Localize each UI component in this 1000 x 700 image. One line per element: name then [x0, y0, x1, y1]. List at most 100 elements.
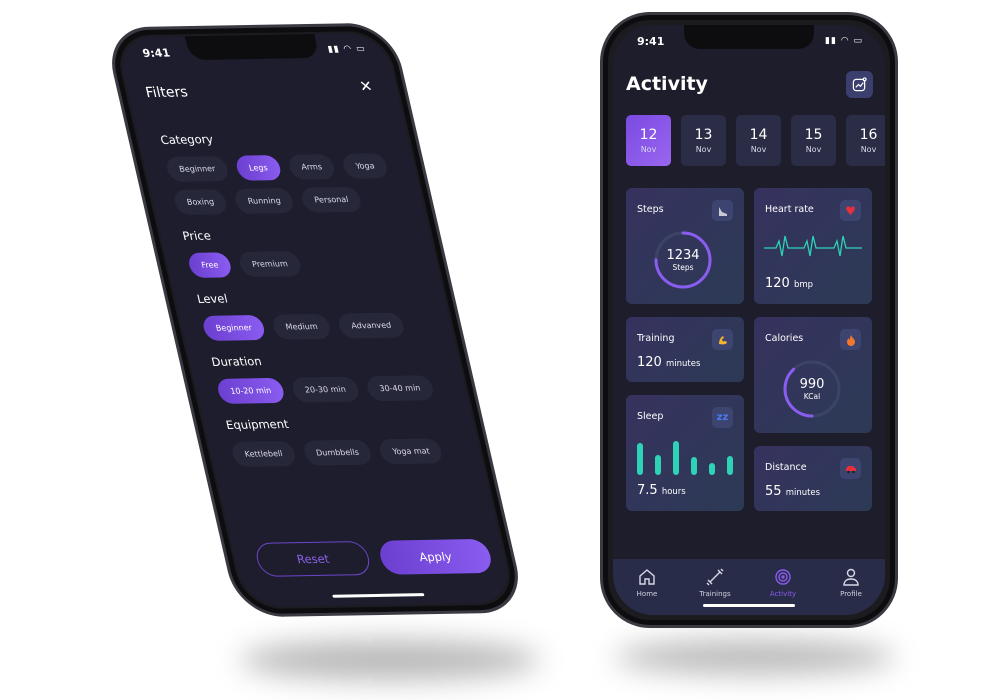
- date-month: Nov: [860, 145, 877, 154]
- distance-label: Distance: [765, 462, 807, 473]
- steps-label: Steps: [637, 204, 664, 215]
- page-title: Activity: [626, 73, 708, 95]
- date-month: Nov: [695, 145, 712, 154]
- sleep-bars: [637, 439, 733, 475]
- section-title: Price: [181, 228, 213, 243]
- home-indicator[interactable]: [703, 604, 795, 607]
- date-day: 14: [749, 127, 768, 143]
- training-value: 120 minutes: [637, 355, 701, 370]
- filter-chip[interactable]: Arms: [286, 154, 337, 180]
- notch: [684, 25, 814, 49]
- steps-card[interactable]: Steps 1234 Steps: [626, 188, 744, 304]
- chart-button[interactable]: [846, 71, 873, 98]
- dumbbell-icon: [706, 568, 724, 586]
- date-item[interactable]: 12 Nov: [626, 115, 671, 166]
- home-icon: [639, 569, 655, 585]
- date-day: 15: [804, 127, 823, 143]
- sleep-label: Sleep: [637, 411, 664, 422]
- filter-chip[interactable]: 10-20 min: [215, 377, 286, 404]
- filters-phone: 9:41 ▮▮ ◠ ▭ Filters ✕ Category Beginner Le…: [102, 22, 528, 618]
- filter-chip[interactable]: Dumbbells: [301, 439, 374, 466]
- car-icon: [840, 458, 861, 479]
- date-month: Nov: [640, 145, 657, 154]
- filter-sections: Category Beginner Legs Arms Yoga Boxing Runnin…: [156, 115, 475, 467]
- steps-unit: Steps: [672, 263, 694, 272]
- nav-item-trainings[interactable]: Trainings: [690, 567, 740, 615]
- filter-chip[interactable]: Beginner: [201, 314, 267, 341]
- nav-item-profile[interactable]: Profile: [826, 567, 876, 615]
- filter-chip[interactable]: Running: [233, 187, 296, 214]
- nav-label: Trainings: [699, 590, 731, 598]
- chart-icon: [852, 77, 867, 92]
- heart-rate-card[interactable]: Heart rate ♥ 120 bmp: [754, 188, 872, 304]
- sleep-value: 7.5 hours: [637, 483, 686, 498]
- activity-screen: 9:41 ▮▮ ◠ ▭ Activity 12 Nov 13 Nov 14 Nov 15 No…: [613, 25, 885, 615]
- sleep-card[interactable]: Sleep zz 7.5 hours: [626, 395, 744, 511]
- sleep-icon: zz: [712, 407, 733, 428]
- date-month: Nov: [805, 145, 822, 154]
- filter-chip[interactable]: Kettlebell: [230, 440, 298, 467]
- page-title: Filters: [143, 84, 190, 102]
- sleep-bar: [637, 442, 643, 475]
- filter-actions: Reset Apply: [253, 538, 495, 577]
- muscle-icon: [712, 329, 733, 350]
- filter-chip[interactable]: Legs: [234, 155, 283, 181]
- heartbeat-line: [764, 235, 862, 257]
- home-indicator[interactable]: [332, 593, 425, 598]
- status-time: 9:41: [141, 46, 172, 60]
- steps-ring: 1234 Steps: [653, 230, 713, 290]
- filter-chip[interactable]: Free: [186, 252, 234, 278]
- chip-group: 10-20 min 20-30 min 30-40 min: [215, 375, 461, 404]
- calories-card[interactable]: Calories 990 KCal: [754, 317, 872, 433]
- training-label: Training: [637, 333, 675, 344]
- section-title: Duration: [210, 354, 264, 369]
- sleep-bar: [727, 456, 733, 475]
- filter-chip[interactable]: Premium: [237, 251, 303, 278]
- filter-chip[interactable]: Beginner: [164, 155, 231, 182]
- distance-value: 55 minutes: [765, 484, 821, 499]
- date-day: 13: [694, 127, 713, 143]
- chip-group: Beginner Legs Arms Yoga Boxing Running Persona…: [164, 153, 416, 215]
- distance-card[interactable]: Distance 55 minutes: [754, 446, 872, 511]
- filter-chip[interactable]: Yoga mat: [377, 438, 445, 465]
- nav-item-activity[interactable]: Activity: [758, 567, 808, 615]
- date-item[interactable]: 15 Nov: [791, 115, 836, 166]
- activity-phone: 9:41 ▮▮ ◠ ▭ Activity 12 Nov 13 Nov 14 Nov 15 No…: [600, 12, 898, 628]
- shoe-icon: [712, 200, 733, 221]
- target-icon: [775, 569, 791, 585]
- date-picker: 12 Nov 13 Nov 14 Nov 15 Nov 16 Nov: [626, 115, 885, 166]
- calories-unit: KCal: [803, 392, 821, 401]
- status-time: 9:41: [637, 35, 665, 48]
- calories-ring: 990 KCal: [782, 359, 842, 419]
- filter-chip[interactable]: Personal: [299, 186, 364, 213]
- training-card[interactable]: Training 120 minutes: [626, 317, 744, 382]
- chip-group: Beginner Medium Advanved: [201, 312, 446, 341]
- filter-chip[interactable]: Boxing: [172, 189, 229, 215]
- filter-chip[interactable]: 30-40 min: [364, 375, 436, 402]
- filter-chip[interactable]: Yoga: [340, 153, 390, 179]
- nav-label: Activity: [769, 590, 797, 598]
- nav-label: Profile: [840, 590, 862, 598]
- date-month: Nov: [750, 145, 767, 154]
- calories-label: Calories: [765, 333, 804, 344]
- date-item[interactable]: 13 Nov: [681, 115, 726, 166]
- nav-label: Home: [636, 590, 658, 598]
- filter-chip[interactable]: Advanved: [336, 312, 406, 339]
- filter-chip[interactable]: 20-30 min: [290, 376, 361, 403]
- close-icon[interactable]: ✕: [358, 77, 375, 95]
- chip-group: Free Premium: [186, 249, 432, 278]
- status-icons: ▮▮ ◠ ▭: [326, 44, 367, 55]
- chip-group: Kettlebell Dumbbells Yoga mat: [230, 438, 475, 467]
- apply-button[interactable]: Apply: [376, 538, 495, 575]
- filter-chip[interactable]: Medium: [270, 313, 333, 340]
- profile-icon: [843, 568, 859, 586]
- section-title: Level: [195, 291, 229, 306]
- date-day: 12: [639, 127, 658, 143]
- section-title: Category: [158, 132, 215, 147]
- left-phone-shadow: [240, 640, 540, 680]
- nav-item-home[interactable]: Home: [622, 567, 672, 615]
- date-item[interactable]: 14 Nov: [736, 115, 781, 166]
- reset-button[interactable]: Reset: [253, 540, 373, 577]
- date-item[interactable]: 16 Nov: [846, 115, 885, 166]
- date-day: 16: [859, 127, 878, 143]
